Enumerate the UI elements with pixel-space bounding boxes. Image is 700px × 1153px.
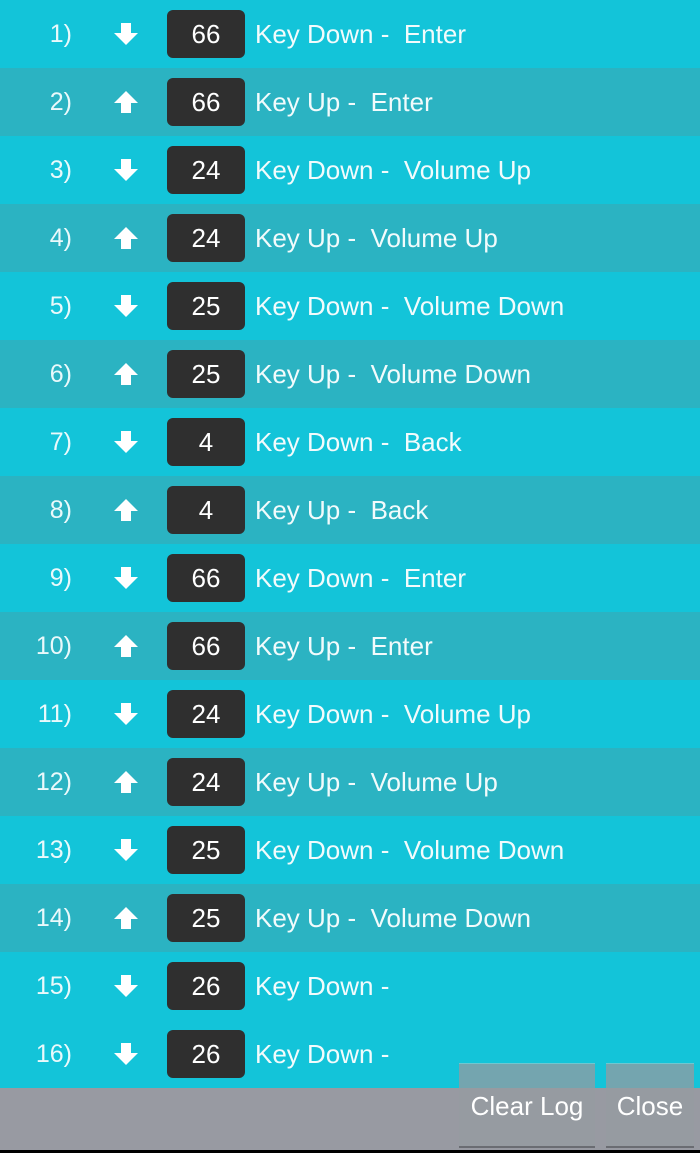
key-code-badge: 4	[167, 486, 245, 534]
log-row: 12) 24 Key Up - Volume Up	[0, 748, 700, 816]
row-index: 10)	[35, 632, 72, 660]
arrow-up-icon	[112, 634, 140, 658]
arrow-down-icon	[112, 974, 140, 998]
arrow-up-icon	[112, 90, 140, 114]
row-index: 1)	[49, 20, 72, 48]
log-row: 14) 25 Key Up - Volume Down	[0, 884, 700, 952]
log-row: 9) 66 Key Down - Enter	[0, 544, 700, 612]
footer-bar	[0, 1088, 700, 1150]
key-code-badge: 4	[167, 418, 245, 466]
event-description: Key Up - Enter	[255, 87, 433, 117]
key-code-badge: 24	[167, 146, 245, 194]
clear-log-button[interactable]: Clear Log	[459, 1063, 595, 1148]
row-index: 15)	[35, 972, 72, 1000]
log-row: 8) 4 Key Up - Back	[0, 476, 700, 544]
key-code-badge: 26	[167, 1030, 245, 1078]
arrow-down-icon	[112, 702, 140, 726]
log-row: 3) 24 Key Down - Volume Up	[0, 136, 700, 204]
event-description: Key Up - Volume Down	[255, 903, 532, 933]
event-description: Key Down -	[255, 971, 397, 1001]
arrow-down-icon	[112, 566, 140, 590]
key-code-badge: 25	[167, 826, 245, 874]
row-index: 7)	[49, 428, 72, 456]
log-row: 10) 66 Key Up - Enter	[0, 612, 700, 680]
row-index: 16)	[35, 1040, 72, 1068]
row-index: 2)	[49, 88, 72, 116]
arrow-up-icon	[112, 906, 140, 930]
row-index: 6)	[49, 360, 72, 388]
log-row: 16) 26 Key Down -	[0, 1020, 700, 1088]
event-description: Key Down - Volume Down	[255, 835, 565, 865]
log-row: 5) 25 Key Down - Volume Down	[0, 272, 700, 340]
event-description: Key Down - Enter	[255, 19, 466, 49]
log-row: 6) 25 Key Up - Volume Down	[0, 340, 700, 408]
event-description: Key Down - Back	[255, 427, 462, 457]
log-row: 4) 24 Key Up - Volume Up	[0, 204, 700, 272]
row-index: 11)	[37, 700, 72, 728]
key-code-badge: 25	[167, 282, 245, 330]
event-description: Key Down - Volume Up	[255, 155, 532, 185]
arrow-down-icon	[112, 22, 140, 46]
arrow-down-icon	[112, 838, 140, 862]
arrow-down-icon	[112, 1042, 140, 1066]
log-row: 7) 4 Key Down - Back	[0, 408, 700, 476]
key-code-badge: 24	[167, 214, 245, 262]
key-code-badge: 24	[167, 690, 245, 738]
key-code-badge: 66	[167, 622, 245, 670]
log-row: 2) 66 Key Up - Enter	[0, 68, 700, 136]
row-index: 9)	[49, 564, 72, 592]
event-description: Key Up - Enter	[255, 631, 433, 661]
key-code-badge: 66	[167, 78, 245, 126]
event-description: Key Down - Volume Up	[255, 699, 532, 729]
key-code-badge: 24	[167, 758, 245, 806]
key-code-badge: 26	[167, 962, 245, 1010]
row-index: 13)	[35, 836, 72, 864]
arrow-up-icon	[112, 362, 140, 386]
key-code-badge: 25	[167, 350, 245, 398]
event-description: Key Up - Volume Up	[255, 767, 498, 797]
row-index: 5)	[49, 292, 72, 320]
row-index: 14)	[35, 904, 72, 932]
arrow-down-icon	[112, 430, 140, 454]
arrow-up-icon	[112, 498, 140, 522]
row-index: 12)	[35, 768, 72, 796]
key-code-badge: 25	[167, 894, 245, 942]
log-row: 1) 66 Key Down - Enter	[0, 0, 700, 68]
log-row: 13) 25 Key Down - Volume Down	[0, 816, 700, 884]
key-event-log: 1) 66 Key Down - Enter 2) 66 Key Up - Enter 3)…	[0, 0, 700, 1088]
key-code-badge: 66	[167, 554, 245, 602]
arrow-up-icon	[112, 226, 140, 250]
event-description: Key Up - Volume Up	[255, 223, 498, 253]
arrow-down-icon	[112, 294, 140, 318]
row-index: 8)	[49, 496, 72, 524]
arrow-up-icon	[112, 770, 140, 794]
event-description: Key Down -	[255, 1039, 397, 1069]
event-description: Key Up - Back	[255, 495, 429, 525]
row-index: 4)	[49, 224, 72, 252]
event-description: Key Down - Volume Down	[255, 291, 565, 321]
event-description: Key Up - Volume Down	[255, 359, 532, 389]
arrow-down-icon	[112, 158, 140, 182]
log-row: 15) 26 Key Down -	[0, 952, 700, 1020]
key-code-badge: 66	[167, 10, 245, 58]
close-button[interactable]: Close	[606, 1063, 694, 1148]
log-row: 11) 24 Key Down - Volume Up	[0, 680, 700, 748]
event-description: Key Down - Enter	[255, 563, 466, 593]
row-index: 3)	[49, 156, 72, 184]
